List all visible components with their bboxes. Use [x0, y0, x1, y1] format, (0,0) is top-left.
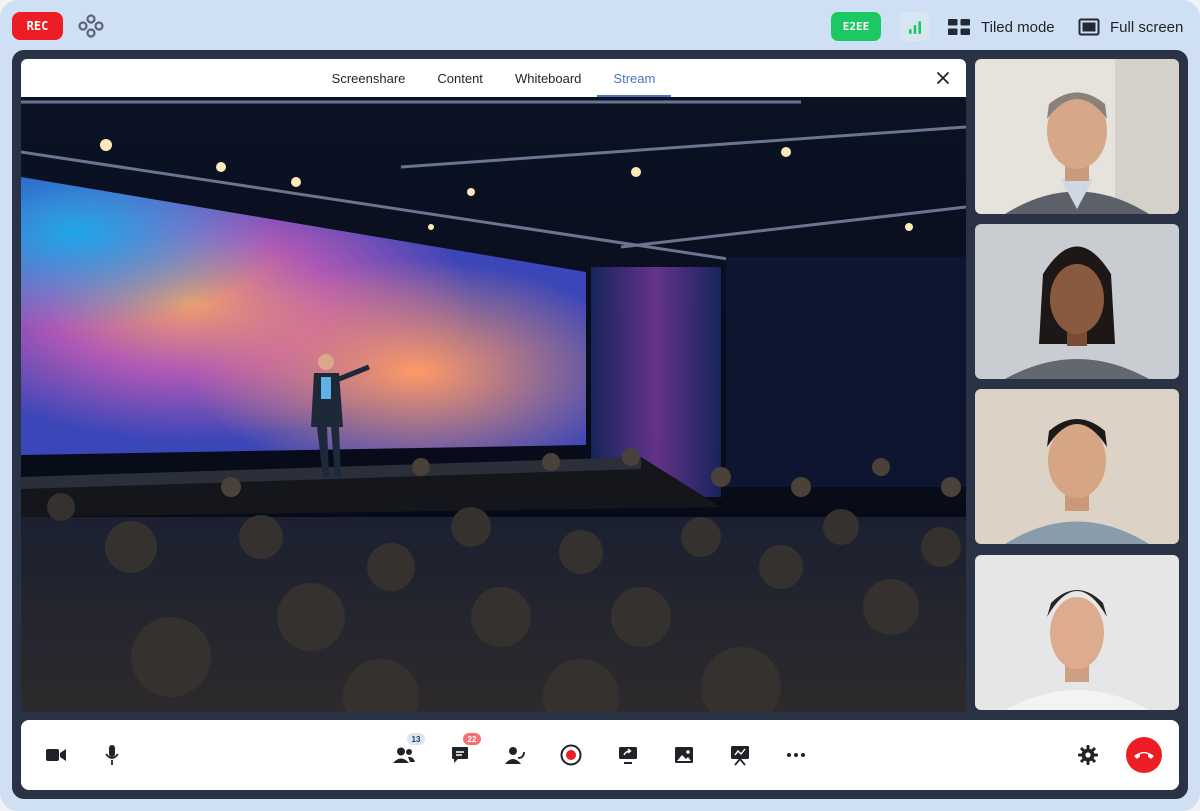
image-icon — [675, 747, 693, 763]
participant-tile[interactable] — [975, 59, 1179, 214]
record-icon — [560, 744, 582, 766]
gear-icon — [1078, 745, 1098, 765]
logo-icon — [78, 14, 104, 38]
participant-tile[interactable] — [975, 224, 1179, 379]
participant-video — [975, 389, 1179, 544]
chat-button[interactable]: 22 — [447, 733, 481, 768]
screen-share-icon — [619, 747, 637, 764]
participants-count-badge: 13 — [407, 733, 425, 745]
participant-video — [975, 59, 1179, 214]
call-controls: 13 22 — [21, 720, 1179, 790]
participant-video — [975, 224, 1179, 379]
settings-button[interactable] — [1075, 742, 1101, 768]
tiled-mode-button[interactable]: Tiled mode — [947, 15, 1055, 39]
user-speaking-button[interactable] — [502, 742, 528, 768]
more-icon — [787, 753, 805, 757]
stream-video — [21, 97, 966, 712]
participant-tile[interactable] — [975, 555, 1179, 710]
signal-button[interactable] — [900, 12, 930, 41]
user-speaking-icon — [505, 747, 525, 764]
image-button[interactable] — [671, 742, 697, 768]
participants-icon — [393, 747, 415, 763]
tab-content[interactable]: Content — [421, 59, 499, 97]
e2ee-badge[interactable]: E2EE — [831, 12, 881, 41]
content-share-panel: Screenshare Content Whiteboard Stream — [21, 59, 966, 712]
participants-button[interactable]: 13 — [391, 733, 425, 768]
tiled-grid-icon — [948, 19, 970, 35]
record-button[interactable] — [558, 742, 584, 768]
camera-icon — [46, 749, 66, 761]
microphone-icon — [105, 745, 119, 765]
share-tabs: Screenshare Content Whiteboard Stream — [21, 59, 966, 97]
camera-button[interactable] — [43, 742, 69, 768]
tab-whiteboard[interactable]: Whiteboard — [499, 59, 597, 97]
signal-bars-icon — [909, 20, 921, 34]
tiled-mode-label: Tiled mode — [981, 18, 1055, 36]
presentation-button[interactable] — [727, 742, 753, 768]
close-icon[interactable] — [934, 69, 952, 87]
tab-stream[interactable]: Stream — [597, 59, 672, 97]
tab-screenshare[interactable]: Screenshare — [316, 59, 422, 97]
chat-count-badge: 22 — [463, 733, 481, 745]
hang-up-icon — [1134, 752, 1154, 759]
rec-badge[interactable]: REC — [12, 12, 63, 40]
fullscreen-icon — [1078, 18, 1100, 36]
screen-share-button[interactable] — [615, 742, 641, 768]
more-button[interactable] — [783, 742, 809, 768]
participant-tile[interactable] — [975, 389, 1179, 544]
microphone-button[interactable] — [99, 742, 125, 768]
chat-icon — [452, 747, 468, 763]
full-screen-label: Full screen — [1110, 18, 1184, 36]
participant-video — [975, 555, 1179, 710]
full-screen-button[interactable]: Full screen — [1078, 15, 1183, 39]
app-window: REC E2EE Tiled mode Full screen Screensh… — [0, 0, 1200, 811]
hang-up-button[interactable] — [1126, 737, 1162, 773]
presentation-icon — [731, 746, 749, 766]
